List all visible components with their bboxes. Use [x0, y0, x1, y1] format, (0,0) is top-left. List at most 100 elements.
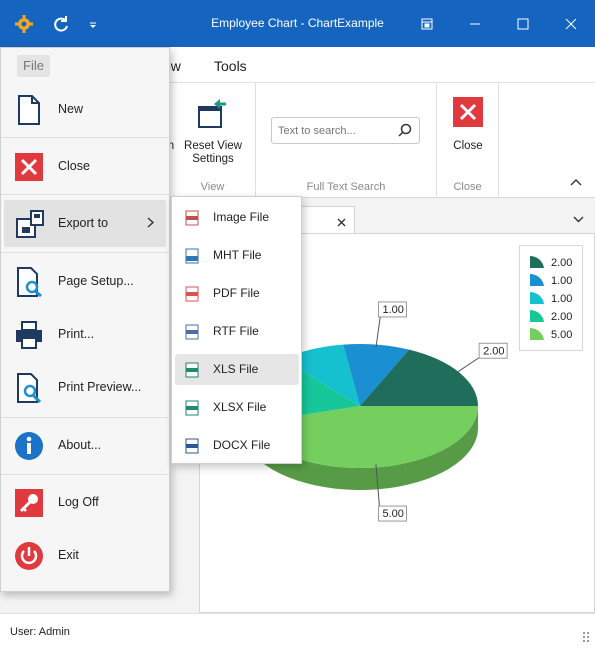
file-menu-new[interactable]: New: [1, 83, 169, 136]
legend-item: 5.00: [529, 327, 572, 343]
legend-label: 1.00: [551, 275, 573, 287]
export-rtf-file[interactable]: RTF File: [175, 316, 299, 347]
file-menu-print-preview-label: Print Preview...: [58, 380, 142, 394]
minimize-button[interactable]: [451, 0, 499, 47]
file-menu-exit-label: Exit: [58, 548, 79, 562]
data-label-leader: [375, 314, 381, 348]
info-icon: [14, 431, 44, 461]
xls-file-icon: [185, 362, 199, 378]
export-rtf-label: RTF File: [213, 324, 259, 338]
data-label: 2.00: [483, 345, 504, 357]
file-menu: File New Close Export to Page Setup... P…: [0, 47, 170, 592]
file-menu-close-label: Close: [58, 159, 90, 173]
menu-separator: [1, 194, 169, 195]
legend-swatch: [529, 255, 545, 272]
status-bar: User: Admin: [0, 613, 595, 649]
export-submenu: Image File MHT File PDF File RTF File XL…: [171, 196, 302, 464]
maximize-button[interactable]: [499, 0, 547, 47]
reset-view-label-1: Reset View: [184, 140, 242, 152]
file-menu-export[interactable]: Export to: [4, 200, 166, 247]
export-pdf-label: PDF File: [213, 286, 260, 300]
key-icon: [14, 488, 44, 518]
legend-item: 1.00: [529, 291, 572, 307]
search-icon[interactable]: [398, 123, 412, 140]
menu-separator: [1, 252, 169, 253]
file-menu-about-label: About...: [58, 438, 102, 452]
export-mht-label: MHT File: [213, 248, 262, 262]
file-menu-header[interactable]: File: [17, 55, 50, 77]
tab-list-dropdown-icon[interactable]: [573, 212, 584, 226]
ribbon-group-close: Close Close: [437, 83, 499, 198]
pdf-file-icon: [185, 286, 199, 302]
tab-close-icon[interactable]: [337, 216, 346, 230]
legend-item: 1.00: [529, 273, 572, 289]
chevron-right-icon: [147, 217, 155, 231]
export-xls-label: XLS File: [213, 362, 259, 376]
power-icon: [14, 541, 44, 571]
group-label-search: Full Text Search: [306, 181, 386, 193]
reset-view-label-2: Settings: [192, 153, 234, 165]
file-menu-page-setup-label: Page Setup...: [58, 274, 134, 288]
rtf-file-icon: [185, 324, 199, 340]
export-xls-file[interactable]: XLS File: [175, 354, 299, 385]
title-bar: Employee Chart - ChartExample: [0, 0, 595, 47]
docx-file-icon: [185, 438, 199, 454]
file-menu-print-preview[interactable]: Print Preview...: [1, 361, 169, 414]
menu-separator: [1, 137, 169, 138]
resize-grip-icon[interactable]: [583, 632, 591, 645]
export-icon: [15, 209, 45, 239]
export-xlsx-label: XLSX File: [213, 400, 267, 414]
data-label: 1.00: [382, 304, 403, 316]
printer-icon: [14, 320, 44, 350]
file-menu-print[interactable]: Print...: [1, 308, 169, 361]
legend-label: 2.00: [551, 257, 573, 269]
menu-separator: [1, 417, 169, 418]
collapse-ribbon-icon[interactable]: [570, 175, 582, 189]
data-label-leader: [454, 355, 482, 375]
file-menu-new-label: New: [58, 102, 84, 116]
group-label-view: View: [200, 181, 225, 193]
new-document-icon: [14, 95, 44, 125]
legend-swatch: [529, 327, 545, 344]
file-menu-log-off[interactable]: Log Off: [1, 476, 169, 529]
page-setup-icon: [14, 267, 44, 298]
restore-layout-icon[interactable]: [403, 0, 451, 47]
legend-item: 2.00: [529, 309, 572, 325]
legend-swatch: [529, 309, 545, 326]
reset-view-button[interactable]: Reset View Settings: [184, 95, 242, 170]
close-icon: [14, 152, 44, 182]
close-button-label: Close: [453, 140, 483, 152]
export-image-file[interactable]: Image File: [175, 202, 299, 233]
reset-view-icon: [196, 97, 230, 134]
xlsx-file-icon: [185, 400, 199, 416]
legend-item: 2.00: [529, 255, 572, 271]
close-document-button[interactable]: Close: [443, 95, 493, 155]
legend-label: 5.00: [551, 329, 573, 341]
export-mht-file[interactable]: MHT File: [175, 240, 299, 271]
file-menu-close[interactable]: Close: [1, 140, 169, 193]
legend-label: 2.00: [551, 311, 573, 323]
file-menu-exit[interactable]: Exit: [1, 529, 169, 582]
file-menu-page-setup[interactable]: Page Setup...: [1, 255, 169, 308]
legend-label: 1.00: [551, 293, 573, 305]
chart-legend: 2.00 1.00 1.00 2.00 5.00: [519, 245, 583, 351]
export-docx-file[interactable]: DOCX File: [175, 430, 299, 461]
close-window-button[interactable]: [547, 0, 595, 47]
export-pdf-file[interactable]: PDF File: [175, 278, 299, 309]
file-menu-print-label: Print...: [58, 327, 95, 341]
export-xlsx-file[interactable]: XLSX File: [175, 392, 299, 423]
file-menu-about[interactable]: About...: [1, 419, 169, 472]
status-user: User: Admin: [10, 626, 70, 638]
menu-separator: [1, 474, 169, 475]
image-file-icon: [185, 210, 199, 226]
export-docx-label: DOCX File: [213, 438, 271, 452]
search-input[interactable]: [272, 118, 390, 143]
mht-file-icon: [185, 248, 199, 264]
group-label-close: Close: [453, 181, 482, 193]
tab-tools[interactable]: Tools: [214, 58, 247, 74]
export-image-label: Image File: [213, 210, 270, 224]
legend-swatch: [529, 273, 545, 290]
legend-swatch: [529, 291, 545, 308]
ribbon-group-view: n Reset View Settings View: [168, 83, 256, 198]
full-text-search-box[interactable]: [271, 117, 420, 144]
